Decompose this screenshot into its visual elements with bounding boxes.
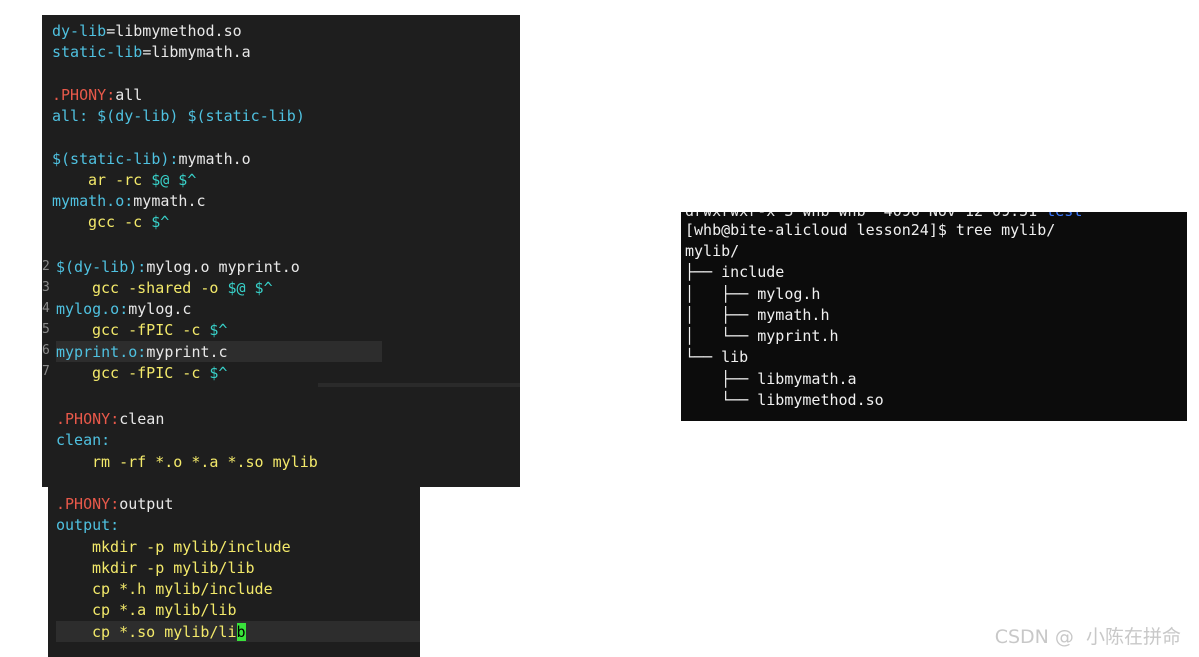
code-line-static-rule: $(static-lib):mymath.o [52,150,251,168]
line-number: 3 [42,280,50,295]
code-line-all-rule: all: $(dy-lib) $(static-lib) [52,107,305,125]
code-line-dy-cmd: gcc -shared -o $@ $^ [92,279,273,297]
code-line-clean-rule: clean: [56,431,111,449]
tree-line: └── lib [685,348,749,366]
tree-line: mylib/ [685,242,740,260]
code-line-clean-cmd: rm -rf *.o *.a *.so mylib [92,453,318,471]
tree-line: ├── libmymath.a [685,370,857,388]
code-line-output-cmd: cp *.a mylib/lib [92,601,237,619]
code-line-phony-output: .PHONY:output [56,495,174,513]
code-line-output-last: cp *.so mylib/lib [92,623,246,641]
makefile-panel-clean: .PHONY:clean clean: rm -rf *.o *.a *.so … [42,387,520,487]
terminal-prompt: [whb@bite-alicloud lesson24]$ tree mylib… [685,221,1056,239]
tree-line: │ ├── mylog.h [685,285,821,303]
code-line-output-cmd: mkdir -p mylib/lib [92,559,255,577]
code-line-static-cmd: ar -rc $@ $^ [88,171,197,189]
tree-line: │ ├── mymath.h [685,306,830,324]
line-number: 2 [42,259,50,274]
code-line-output-cmd: mkdir -p mylib/include [92,538,291,556]
watermark: CSDN @ 小陈在拼命 [994,626,1181,648]
line-number: 7 [42,364,50,379]
code-line-phony-all: .PHONY:all [52,86,143,104]
code-line-mymath-rule: mymath.o:mymath.c [52,192,206,210]
code-line-mylog-cmd: gcc -fPIC -c $^ [92,321,228,339]
code-line-mymath-cmd: gcc -c $^ [88,213,170,231]
code-line-staticlib: static-lib=libmymath.a [52,43,251,61]
tree-line: ├── include [685,263,785,281]
line-number: 4 [42,301,50,316]
tree-line: └── libmymethod.so [685,391,884,409]
tree-line: │ └── myprint.h [685,327,839,345]
code-line-dylib: dy-lib=libmymethod.so [52,22,242,40]
makefile-panel-output: .PHONY:output output: mkdir -p mylib/inc… [48,487,420,657]
line-number: 6 [42,343,50,358]
code-line-phony-clean: .PHONY:clean [56,410,165,428]
text-cursor[interactable]: b [236,623,246,641]
code-line-output-cmd: cp *.h mylib/include [92,580,273,598]
code-line-myprint-rule: myprint.o:myprint.c [56,343,228,361]
terminal-window: drwxrwxr-x 3 whb whb 4096 Nov 12 09:51 t… [681,212,1187,421]
line-number: 5 [42,322,50,337]
code-line-myprint-cmd: gcc -fPIC -c $^ [92,364,228,382]
code-line-output-rule: output: [56,516,120,534]
makefile-panel-top: dy-lib=libmymethod.so static-lib=libmyma… [42,15,520,387]
code-line-dy-rule: $(dy-lib):mylog.o myprint.o [56,258,300,276]
code-line-mylog-rule: mylog.o:mylog.c [56,300,192,318]
